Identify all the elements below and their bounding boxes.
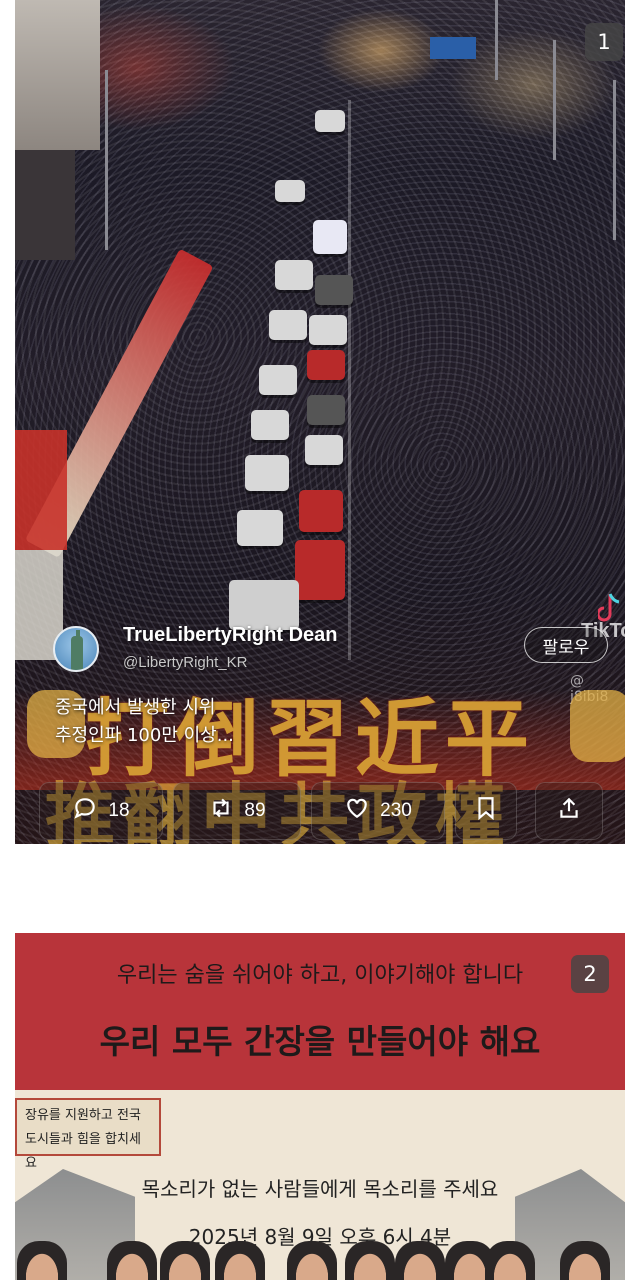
repost-button[interactable]: 89: [173, 782, 301, 840]
street-sign: [430, 37, 476, 59]
poster-voice-text: 목소리가 없는 사람들에게 목소리를 주세요: [141, 1177, 499, 1201]
repost-icon: [208, 795, 234, 827]
poster-callout-box: 장유를 지원하고 전국 도시들과 힘을 합치세요: [15, 1098, 161, 1171]
bookmark-icon: [473, 795, 499, 827]
poster-headline: 우리 모두 간장을 만들어야 해요: [99, 1022, 541, 1061]
page-number-badge: 1: [585, 23, 623, 61]
share-icon: [556, 795, 582, 827]
share-button[interactable]: [535, 782, 603, 840]
lamp-post: [553, 40, 556, 160]
building-image-region: [15, 0, 100, 150]
traffic-cars: [229, 110, 355, 630]
callout-line-2: 도시들과 힘을 합치세요: [25, 1132, 141, 1171]
post-card-1[interactable]: 1 TikTo @ j8ibi8 TrueLibertyRight Dean @…: [15, 0, 625, 844]
lamp-post: [495, 0, 498, 80]
caption-line-1: 중국에서 발생한 시위: [55, 697, 216, 718]
post-caption: 중국에서 발생한 시위 추정인파 100만 이상...: [55, 694, 234, 750]
building-shadow: [15, 150, 75, 260]
bus-rear-red: [15, 430, 67, 550]
fist-right: [570, 690, 625, 762]
author-avatar[interactable]: [53, 626, 99, 672]
like-button[interactable]: 230: [311, 782, 445, 840]
poster-subtitle: 우리는 숨을 쉬어야 하고, 이야기해야 합니다: [116, 963, 524, 988]
page-number-badge: 2: [571, 955, 609, 993]
like-count: 230: [380, 800, 412, 821]
callout-line-1: 장유를 지원하고 전국: [25, 1108, 141, 1123]
reply-icon: [72, 795, 98, 827]
author-handle[interactable]: @LibertyRight_KR: [123, 654, 247, 671]
lamp-post: [613, 80, 616, 240]
reply-count: 18: [108, 800, 130, 821]
action-bar: 18 89 230: [15, 782, 625, 844]
follow-button[interactable]: 팔로우: [524, 627, 608, 663]
crowd-illustration: [15, 1233, 625, 1280]
caption-line-2: 추정인파 100만 이상...: [55, 725, 234, 746]
bookmark-button[interactable]: [455, 782, 517, 840]
repost-count: 89: [244, 800, 266, 821]
post-card-2[interactable]: 우리는 숨을 쉬어야 하고, 이야기해야 합니다 우리 모두 간장을 만들어야 …: [15, 933, 625, 1280]
like-icon: [344, 795, 370, 827]
reply-button[interactable]: 18: [39, 782, 163, 840]
lamp-post: [105, 70, 108, 250]
author-name[interactable]: TrueLibertyRight Dean: [123, 624, 337, 647]
